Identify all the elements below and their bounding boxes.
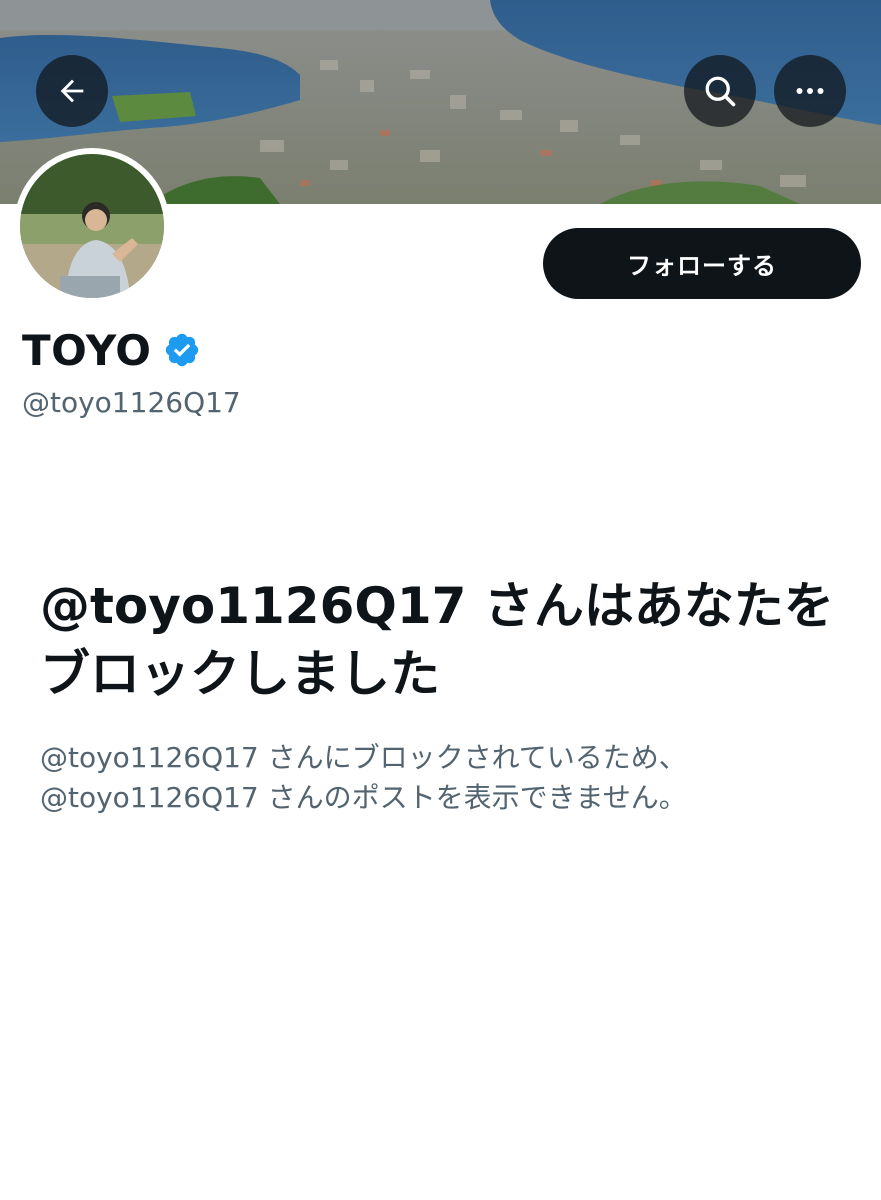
verified-badge-icon[interactable]: [163, 331, 201, 369]
display-name-row: TOYO: [22, 322, 201, 378]
more-horizontal-icon: [796, 88, 824, 94]
arrow-left-icon: [60, 79, 84, 103]
back-button[interactable]: [36, 55, 108, 127]
search-icon: [705, 76, 736, 107]
blocked-description-line: @toyo1126Q17 さんのポストを表示できません。: [40, 781, 687, 814]
blocked-description: @toyo1126Q17 さんにブロックされているため、 @toyo1126Q1…: [40, 738, 840, 818]
more-button[interactable]: [774, 55, 846, 127]
follow-button[interactable]: フォローする: [543, 228, 861, 299]
user-handle: @toyo1126Q17: [22, 386, 241, 419]
avatar-image: [20, 154, 164, 298]
blocked-title: @toyo1126Q17 さんはあなたをブロックしました: [40, 577, 834, 703]
display-name: TOYO: [22, 325, 152, 375]
blocked-description-line: @toyo1126Q17 さんにブロックされているため、: [40, 741, 687, 774]
avatar-photo: [20, 154, 164, 298]
profile-page: フォローする TOYO @toyo1126Q17 @toyo1126Q17 さん…: [0, 0, 881, 1200]
avatar[interactable]: [14, 148, 170, 304]
search-button[interactable]: [684, 55, 756, 127]
